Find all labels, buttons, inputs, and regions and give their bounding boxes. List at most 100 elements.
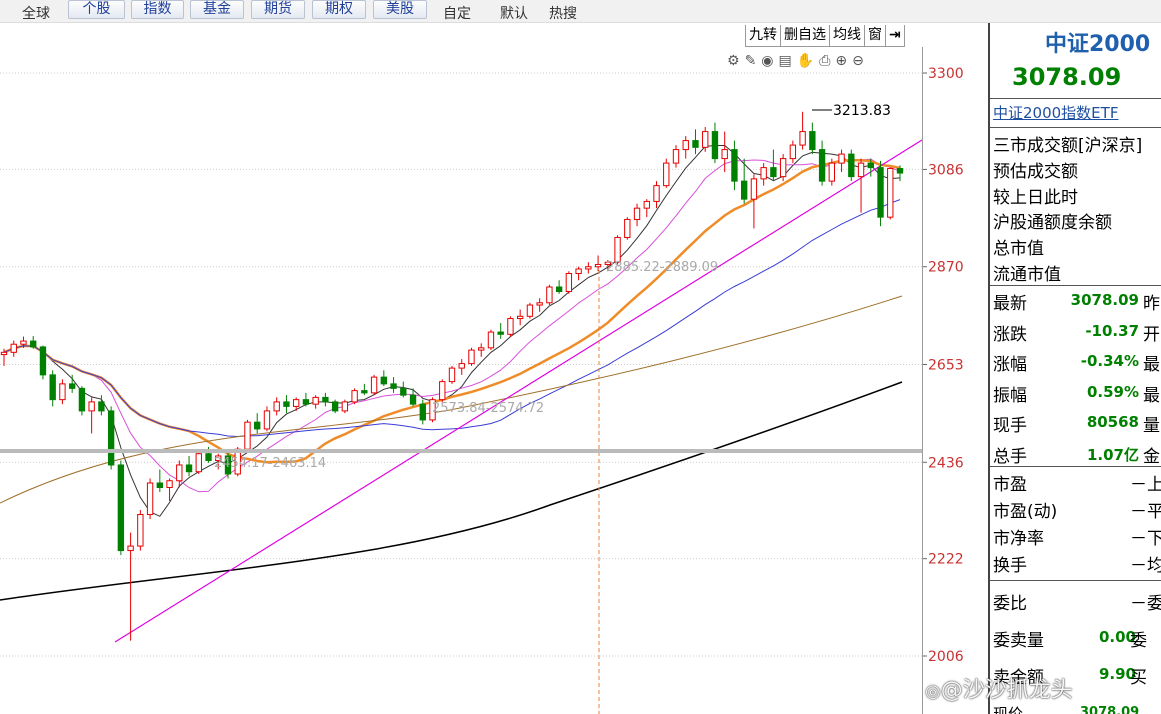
tab-global[interactable]: 全球 — [22, 3, 50, 23]
valuation-label: 市盈(动) — [993, 502, 1058, 522]
tab-custom[interactable]: 自定 — [443, 3, 471, 23]
quote-tail: 最 — [1143, 355, 1160, 375]
candle-body — [672, 149, 680, 164]
window-button[interactable]: 窗 — [865, 25, 886, 47]
valuation-value: －上 — [1130, 475, 1161, 495]
candle — [263, 406, 271, 432]
candle-body — [478, 347, 485, 351]
candle — [176, 460, 183, 488]
candle — [770, 149, 777, 182]
candle — [468, 347, 475, 366]
candle — [390, 377, 397, 393]
candle-body — [546, 286, 553, 304]
candle — [789, 140, 797, 164]
candle-body — [166, 480, 173, 488]
info-row-compare: 较上日此时 — [993, 188, 1078, 208]
candle — [487, 329, 495, 351]
candle-body — [98, 401, 105, 412]
candle-body — [39, 346, 47, 376]
ma-button[interactable]: 均线 — [830, 25, 865, 47]
candle-body — [20, 340, 27, 345]
kline-chart-area[interactable]: 3213.83 2885.22-2889.09 2573.84-2574.72 … — [0, 23, 990, 714]
current-price-label: 现价 — [993, 705, 1024, 714]
candle — [10, 340, 17, 357]
hand-icon[interactable]: ✋ — [797, 53, 814, 69]
tab-futures[interactable]: 期货 — [251, 0, 305, 19]
valuation-label: 换手 — [993, 556, 1027, 576]
candle — [643, 199, 650, 218]
quote-label: 最新 — [993, 294, 1027, 314]
candle-body — [370, 376, 378, 394]
price-axis-divider — [922, 47, 923, 714]
tab-index[interactable]: 指数 — [131, 0, 184, 19]
tab-us-stocks[interactable]: 美股 — [373, 0, 427, 19]
tab-fund[interactable]: 基金 — [190, 0, 244, 19]
candle-body — [711, 131, 719, 160]
candle-body — [127, 545, 134, 552]
candle-body — [770, 167, 777, 178]
price-axis-labels: 3300 3086 2870 2653 2436 2222 2006 — [922, 66, 964, 665]
eye-icon[interactable]: ◉ — [761, 53, 773, 69]
candle-body — [585, 266, 592, 270]
candle-body — [361, 390, 368, 394]
order-tail: 买 — [1130, 668, 1147, 688]
candle-body — [653, 185, 660, 202]
candle — [877, 160, 884, 227]
info-row-quota: 沪股通额度余额 — [993, 213, 1112, 233]
candle-body — [789, 144, 797, 160]
candle-body — [380, 376, 388, 385]
print-icon[interactable]: ⎙ — [819, 53, 830, 69]
remove-watchlist-button[interactable]: 删自选 — [781, 25, 830, 47]
nine-turn-button[interactable]: 九转 — [746, 25, 781, 47]
candle-body — [468, 349, 475, 365]
candle — [30, 336, 37, 349]
candle — [49, 370, 56, 407]
candle-body — [663, 162, 670, 187]
candle — [185, 455, 193, 477]
info-row-estimate: 预估成交额 — [993, 162, 1078, 182]
candle — [672, 145, 680, 168]
zoom-in-icon[interactable]: ⊕ — [835, 53, 847, 69]
kline-chart[interactable]: 3213.83 2885.22-2889.09 2573.84-2574.72 … — [0, 23, 990, 714]
candle-body — [409, 394, 417, 405]
quote-value: -0.34% — [1080, 352, 1139, 370]
tab-hot-search[interactable]: 热搜 — [549, 3, 577, 23]
candle-body — [750, 178, 758, 200]
valuation-value: －均 — [1130, 556, 1161, 576]
pen-icon[interactable]: ✎ — [745, 53, 757, 69]
candle-body — [331, 401, 339, 412]
candle-body — [555, 286, 563, 293]
candle-body — [176, 464, 183, 482]
calendar-icon[interactable]: ▤ — [779, 53, 792, 69]
candle — [585, 262, 592, 274]
candle-body — [887, 168, 894, 218]
etf-link[interactable]: 中证2000指数ETF — [993, 102, 1118, 123]
current-price-value: 3078.09 — [1080, 705, 1140, 714]
valuation-label: 市盈 — [993, 475, 1027, 495]
tab-stocks[interactable]: 个股 — [68, 0, 125, 19]
candle — [536, 298, 543, 312]
tab-default[interactable]: 默认 — [500, 3, 528, 23]
candle — [799, 111, 806, 150]
candle — [322, 392, 329, 407]
candle-body — [760, 167, 767, 180]
candle — [341, 399, 349, 414]
expand-icon[interactable]: ⇥ — [886, 25, 905, 47]
candle-body — [575, 268, 582, 274]
candle-body — [68, 383, 76, 389]
candle — [848, 149, 855, 182]
candle — [779, 154, 787, 182]
info-row-turnover: 三市成交额[沪深京] — [993, 136, 1143, 156]
candle-body — [88, 401, 95, 412]
candle-body — [614, 236, 621, 263]
weibo-icon: ◎ — [925, 681, 941, 702]
zoom-out-icon[interactable]: ⊖ — [852, 53, 864, 69]
settings-icon[interactable]: ⚙ — [727, 53, 740, 69]
candle-body — [624, 218, 631, 238]
quote-label: 振幅 — [993, 385, 1027, 406]
tab-options[interactable]: 期权 — [312, 0, 366, 19]
candle — [195, 451, 202, 474]
quote-value: 1.07亿 — [1086, 445, 1139, 464]
candle-body — [30, 340, 37, 348]
order-tail: －委 — [1130, 594, 1161, 614]
